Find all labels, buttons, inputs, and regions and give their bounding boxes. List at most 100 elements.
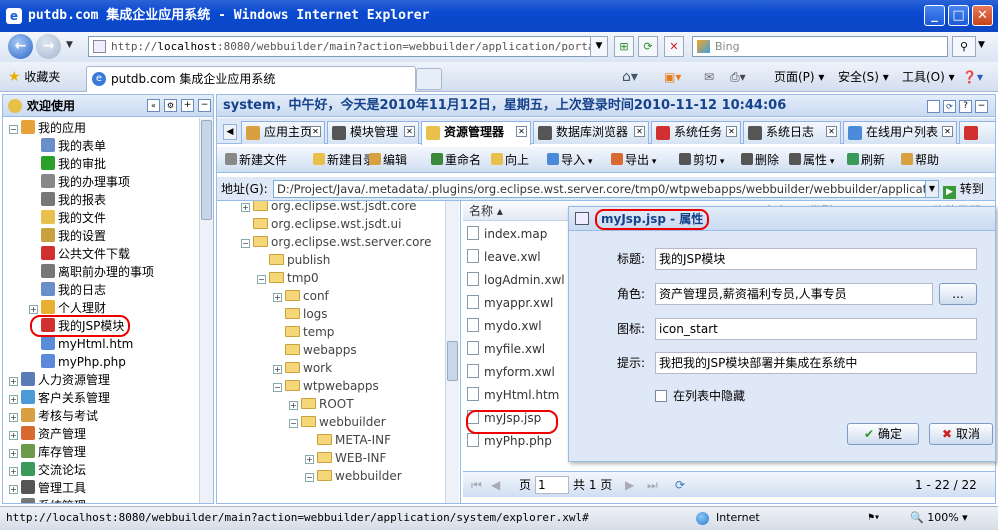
tab-scroll-left-icon[interactable]: ◀ xyxy=(223,124,237,140)
expand-icon[interactable]: + xyxy=(9,467,18,476)
collapse-icon[interactable]: − xyxy=(257,275,266,284)
collapse-icon[interactable]: − xyxy=(9,125,18,134)
nav-tree-item[interactable]: 我的设置 xyxy=(29,227,106,245)
folder-tree-item[interactable]: − webbuilder xyxy=(289,413,386,431)
next-page-icon[interactable]: ▶ xyxy=(625,472,634,498)
tab-close-icon[interactable]: ✕ xyxy=(310,126,321,137)
module-tab[interactable]: 系统任务 ✕ xyxy=(651,121,741,144)
refresh-icon[interactable]: ⟳ xyxy=(638,36,658,57)
safety-menu[interactable]: 安全(S) ▾ xyxy=(838,66,889,88)
nav-tree-item[interactable]: + 资产管理 xyxy=(9,425,86,443)
module-tab[interactable]: 应用主页 ✕ xyxy=(241,121,325,144)
nav-tree-item[interactable]: myPhp.php xyxy=(29,353,126,371)
minimize-button[interactable]: _ xyxy=(924,5,945,26)
toolbar-button[interactable]: 导入 ▾ xyxy=(547,151,592,169)
nav-tree-item[interactable]: +系统管理 xyxy=(9,497,86,503)
folder-tree-item[interactable]: temp xyxy=(273,323,334,341)
collapse-icon[interactable]: − xyxy=(305,473,314,482)
folder-tree-item[interactable]: + conf xyxy=(273,287,329,305)
pager-refresh-icon[interactable]: ⟳ xyxy=(675,472,685,498)
browser-tab[interactable]: e putdb.com 集成企业应用系统 xyxy=(86,66,416,92)
url-dropdown-button[interactable]: ▼ xyxy=(590,36,608,57)
folder-tree-item[interactable]: org.eclipse.wst.jsdt.ui xyxy=(241,215,401,233)
folder-tree-item[interactable]: − org.eclipse.wst.server.core xyxy=(241,233,432,251)
module-tab[interactable]: 资源管理器 ✕ xyxy=(421,121,531,145)
collapse-all-icon[interactable]: − xyxy=(198,99,211,112)
module-tab[interactable]: 在线用户列表 ✕ xyxy=(843,121,957,144)
nav-tree-item[interactable]: + 客户关系管理 xyxy=(9,389,110,407)
mail-icon[interactable]: ✉ xyxy=(704,66,714,88)
feeds-icon[interactable]: ▣▾ xyxy=(664,66,681,88)
toolbar-button[interactable]: 新建文件 xyxy=(225,151,287,169)
new-tab-button[interactable] xyxy=(416,68,442,90)
folder-tree-item[interactable]: − tmp0 xyxy=(257,269,319,287)
folder-tree-item[interactable]: + ROOT xyxy=(289,395,354,413)
folder-tree-item[interactable]: + WEB-INF xyxy=(305,449,386,467)
module-tab[interactable]: 模块管理 ✕ xyxy=(327,121,419,144)
folder-tree-item[interactable]: − webbuilder xyxy=(305,467,402,485)
folder-tree-item[interactable]: + work xyxy=(273,359,332,377)
collapse-icon[interactable]: − xyxy=(289,419,298,428)
module-tab[interactable] xyxy=(959,121,995,144)
nav-tree-item[interactable]: + 交流论坛 xyxy=(9,461,86,479)
expand-icon[interactable]: + xyxy=(289,401,298,410)
toolbar-button[interactable]: 重命名 xyxy=(431,151,481,169)
page-input[interactable]: 1 xyxy=(535,476,569,494)
back-button[interactable]: ← xyxy=(8,34,33,59)
expand-icon[interactable]: + xyxy=(273,293,282,302)
home-icon[interactable]: ⌂▾ xyxy=(622,66,638,88)
nav-tree-item[interactable]: 我的表单 xyxy=(29,137,106,155)
expand-icon[interactable]: + xyxy=(9,413,18,422)
url-input[interactable]: http://localhost:8080/webbuilder/main?ac… xyxy=(88,36,608,57)
toolbar-button[interactable]: 刷新 xyxy=(847,151,885,169)
folder-scrollbar[interactable] xyxy=(445,201,459,503)
tab-close-icon[interactable]: ✕ xyxy=(826,126,837,137)
favorites-button[interactable]: ★ 收藏夹 xyxy=(8,66,60,88)
expand-icon[interactable]: + xyxy=(9,377,18,386)
nav-tree-item[interactable]: 公共文件下载 xyxy=(29,245,130,263)
toolbar-button[interactable]: 属性 ▾ xyxy=(789,151,834,169)
maximize-button[interactable]: □ xyxy=(948,5,969,26)
path-dropdown-icon[interactable]: ▼ xyxy=(925,180,939,198)
minus-panel-icon[interactable]: − xyxy=(975,100,988,113)
last-page-icon[interactable]: ⏭ xyxy=(647,472,658,498)
nav-tree-item[interactable]: myHtml.htm xyxy=(29,335,133,353)
help-icon[interactable]: ❓▾ xyxy=(962,66,983,88)
gear-icon[interactable]: ⚙ xyxy=(164,99,177,112)
folder-tree-item[interactable]: publish xyxy=(257,251,330,269)
folder-scroll-thumb[interactable] xyxy=(447,341,458,381)
window-restore-icon[interactable] xyxy=(927,100,940,113)
tab-close-icon[interactable]: ✕ xyxy=(726,126,737,137)
tab-close-icon[interactable]: ✕ xyxy=(942,126,953,137)
search-input[interactable]: Bing xyxy=(692,36,948,57)
toolbar-button[interactable]: 剪切 ▾ xyxy=(679,151,724,169)
nav-tree-item[interactable]: 我的审批 xyxy=(29,155,106,173)
search-icon[interactable]: ⚲ xyxy=(952,36,976,57)
folder-tree-item[interactable]: webapps xyxy=(273,341,357,359)
expand-icon[interactable]: + xyxy=(9,431,18,440)
expand-icon[interactable]: + xyxy=(273,365,282,374)
protected-mode-icon[interactable]: ⚑▾ xyxy=(868,507,880,529)
tab-close-icon[interactable]: ✕ xyxy=(516,126,527,137)
folder-tree-item[interactable]: META-INF xyxy=(305,431,391,449)
tab-close-icon[interactable]: ✕ xyxy=(634,126,645,137)
toolbar-button[interactable]: 删除 xyxy=(741,151,779,169)
nav-tree-item[interactable]: + 管理工具 xyxy=(9,479,86,497)
folder-tree-item[interactable]: − wtpwebapps xyxy=(273,377,379,395)
nav-tree-item[interactable]: + 人力资源管理 xyxy=(9,371,110,389)
collapse-icon[interactable]: − xyxy=(273,383,282,392)
tip-field[interactable]: 我把我的JSP模块部署并集成在系统中 xyxy=(655,352,977,374)
forward-button[interactable]: → xyxy=(36,34,61,59)
ok-button[interactable]: ✔ 确定 xyxy=(847,423,919,445)
refresh-panel-icon[interactable]: ⟳ xyxy=(943,100,956,113)
collapse-icon[interactable]: − xyxy=(241,239,250,248)
close-button[interactable]: ✕ xyxy=(972,5,993,26)
zoom-control[interactable]: 🔍 100% ▾ xyxy=(910,507,968,529)
tab-close-icon[interactable]: ✕ xyxy=(404,126,415,137)
expand-icon[interactable]: + xyxy=(9,449,18,458)
expand-icon[interactable]: + xyxy=(9,485,18,494)
module-tab[interactable]: 数据库浏览器 ✕ xyxy=(533,121,649,144)
first-page-icon[interactable]: ⏮ xyxy=(471,472,482,498)
toolbar-button[interactable]: 导出 ▾ xyxy=(611,151,656,169)
expand-icon[interactable]: + xyxy=(241,203,250,212)
